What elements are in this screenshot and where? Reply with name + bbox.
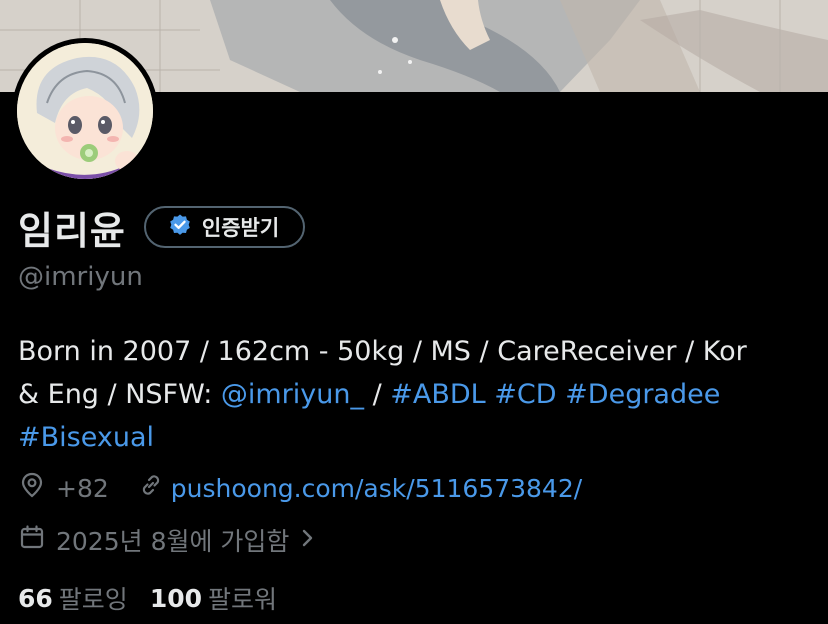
bio-text-prefix: & Eng / NSFW:	[18, 379, 221, 410]
bio-line-1: Born in 2007 / 162cm - 50kg / MS / CareR…	[18, 336, 747, 367]
link-icon	[137, 471, 165, 505]
following-count: 66	[18, 583, 53, 613]
calendar-icon	[18, 523, 46, 557]
bio-separator: /	[363, 379, 391, 410]
followers-count: 100	[149, 583, 202, 613]
name-row: 임리윤 인증받기	[18, 200, 306, 254]
followers-link[interactable]: 100 팔로워	[150, 580, 277, 616]
hashtag-degradee[interactable]: #Degradee	[565, 379, 720, 410]
following-label: 팔로잉	[58, 585, 128, 614]
profile-handle: @imriyun	[18, 262, 143, 292]
join-date-text: 2025년 8월에 가입함	[56, 527, 290, 556]
verified-badge-icon	[168, 213, 192, 241]
website-link[interactable]: pushoong.com/ask/5116573842/	[171, 474, 582, 503]
website-item[interactable]: pushoong.com/ask/5116573842/	[137, 471, 582, 505]
followers-label: 팔로워	[208, 585, 278, 614]
display-name: 임리윤	[18, 208, 126, 253]
hashtag-abdl[interactable]: #ABDL	[390, 379, 485, 410]
bio-line-2: & Eng / NSFW: @imriyun_ / #ABDL #CD #Deg…	[18, 373, 818, 416]
profile-avatar[interactable]	[12, 38, 158, 184]
hashtag-bisexual[interactable]: #Bisexual	[18, 422, 154, 453]
follow-stats: 66 팔로잉 100 팔로워	[18, 580, 277, 616]
get-verified-label: 인증받기	[201, 216, 280, 240]
get-verified-button[interactable]: 인증받기	[143, 206, 306, 248]
location-pin-icon	[18, 471, 46, 505]
bio-line-3: #Bisexual	[18, 416, 818, 459]
avatar-image	[17, 43, 153, 179]
join-date-row[interactable]: 2025년 8월에 가입함	[18, 522, 317, 558]
location-text: +82	[56, 473, 109, 503]
following-link[interactable]: 66 팔로잉	[18, 580, 128, 616]
location-item: +82	[18, 471, 109, 505]
hashtag-cd[interactable]: #CD	[494, 379, 556, 410]
mention-link[interactable]: @imriyun_	[221, 379, 364, 410]
chevron-right-icon[interactable]	[299, 526, 317, 555]
profile-meta: +82 pushoong.com/ask/5116573842/	[18, 470, 582, 506]
profile-bio: Born in 2007 / 162cm - 50kg / MS / CareR…	[18, 330, 818, 459]
